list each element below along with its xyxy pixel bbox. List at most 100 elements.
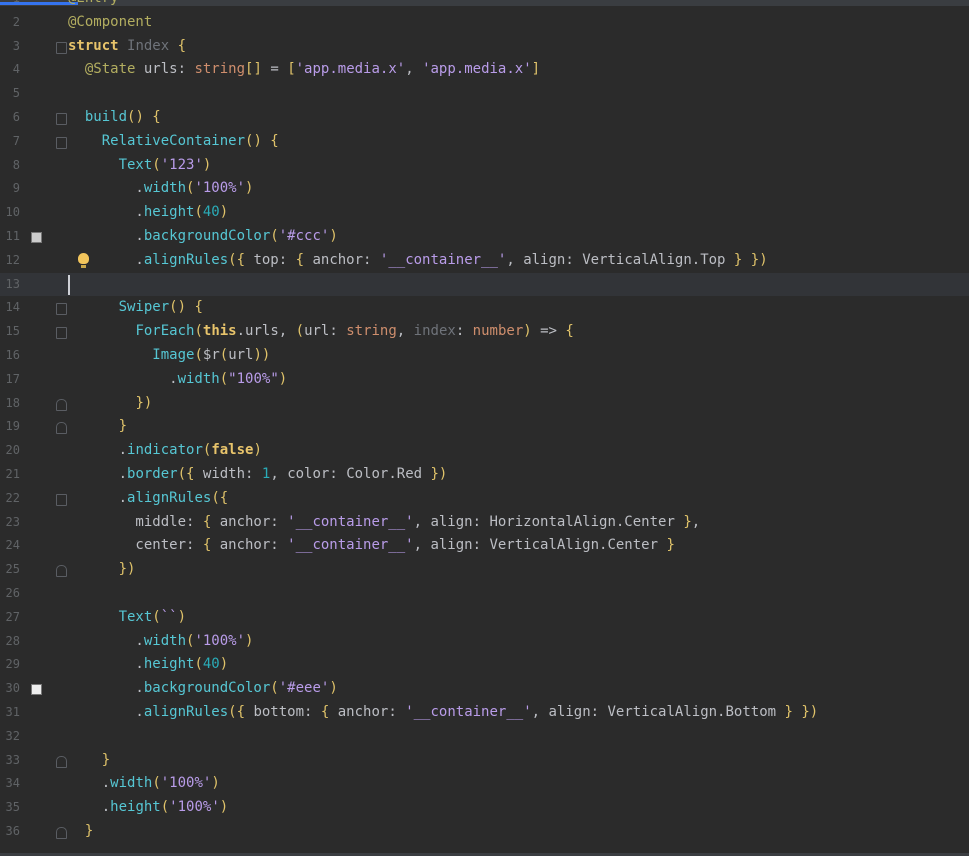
code-token: ) — [329, 680, 338, 697]
code-token: index — [413, 323, 456, 340]
code-editor[interactable]: 1@Entry2@Component3struct Index {4 @Stat… — [0, 0, 969, 844]
code-token: Image — [152, 346, 195, 363]
code-line-13[interactable]: 13 — [0, 272, 969, 297]
line-number: 36 — [5, 823, 20, 838]
fold-marker-icon[interactable] — [56, 422, 67, 435]
code-line-15[interactable]: 15 ForEach(this.urls, (url: string, inde… — [0, 320, 969, 344]
code-token: { — [202, 513, 220, 530]
code-text: }) — [68, 392, 152, 416]
code-line-24[interactable]: 24 center: { anchor: '__container__', al… — [0, 534, 969, 558]
code-token: .urls, — [236, 323, 296, 340]
fold-marker-icon[interactable] — [56, 303, 67, 316]
fold-marker-icon[interactable] — [56, 493, 67, 506]
color-swatch-icon[interactable] — [31, 684, 42, 696]
code-token: . — [68, 204, 144, 221]
fold-marker-icon[interactable] — [56, 826, 67, 839]
code-line-12[interactable]: 12 .alignRules({ top: { anchor: '__conta… — [0, 249, 969, 273]
code-line-3[interactable]: 3 struct Index { — [0, 35, 969, 59]
code-line-34[interactable]: 34 .width('100%') — [0, 772, 969, 796]
code-token: ) — [219, 656, 229, 673]
line-number: 1 — [0, 0, 20, 11]
code-token: ) — [211, 775, 220, 792]
code-line-11[interactable]: 11 .backgroundColor('#ccc') — [0, 225, 969, 249]
code-token: 40 — [202, 204, 220, 221]
code-token: ( — [219, 346, 229, 363]
fold-marker-icon[interactable] — [56, 398, 67, 411]
code-line-14[interactable]: 14 Swiper() { — [0, 296, 969, 320]
fold-marker-icon[interactable] — [56, 565, 67, 578]
line-number: 5 — [12, 86, 20, 101]
code-token: [ — [287, 61, 296, 78]
code-token: Index — [127, 37, 178, 54]
code-token: { — [295, 251, 313, 268]
code-token: backgroundColor — [143, 680, 271, 697]
code-text: struct Index { — [68, 35, 186, 59]
code-line-19[interactable]: 19 } — [0, 415, 969, 439]
code-line-36[interactable]: 36 } — [0, 820, 969, 844]
code-line-2[interactable]: 2 @Component — [0, 11, 969, 35]
code-token: width — [177, 370, 220, 387]
line-number: 21 — [5, 466, 20, 481]
code-text: center: { anchor: '__container__', align… — [68, 534, 674, 558]
code-line-20[interactable]: 20 .indicator(false) — [0, 439, 969, 463]
code-line-7[interactable]: 7 RelativeContainer() { — [0, 130, 969, 154]
code-token: ( — [152, 775, 161, 792]
fold-marker-icon[interactable] — [56, 755, 67, 768]
code-line-21[interactable]: 21 .border({ width: 1, color: Color.Red … — [0, 463, 969, 487]
code-line-22[interactable]: 22 .alignRules({ — [0, 487, 969, 511]
code-text: .width('100%') — [68, 630, 253, 654]
code-line-30[interactable]: 30 .backgroundColor('#eee') — [0, 677, 969, 701]
code-token: ( — [194, 204, 203, 221]
code-line-31[interactable]: 31 .alignRules({ bottom: { anchor: '__co… — [0, 701, 969, 725]
code-line-27[interactable]: 27 Text(``) — [0, 606, 969, 630]
code-line-32[interactable]: 32 — [0, 725, 969, 749]
code-line-23[interactable]: 23 middle: { anchor: '__container__', al… — [0, 511, 969, 535]
code-line-4[interactable]: 4 @State urls: string[] = ['app.media.x'… — [0, 58, 969, 82]
code-line-29[interactable]: 29 .height(40) — [0, 653, 969, 677]
code-token: () { — [169, 299, 203, 316]
code-token: ForEach — [135, 323, 195, 340]
code-line-10[interactable]: 10 .height(40) — [0, 201, 969, 225]
code-line-1[interactable]: 1 @Entry — [0, 0, 969, 11]
fold-marker-icon[interactable] — [56, 327, 67, 340]
code-token: . — [68, 680, 144, 697]
code-text: RelativeContainer() { — [68, 130, 279, 154]
code-text: build() { — [68, 106, 161, 130]
fold-marker-icon[interactable] — [56, 41, 67, 54]
line-number: 18 — [5, 395, 20, 410]
code-token: 'app.media.x' — [295, 61, 406, 78]
fold-marker-icon[interactable] — [56, 112, 67, 125]
code-token: bottom: — [253, 703, 321, 720]
code-text: .height(40) — [68, 201, 228, 225]
code-token: $r — [202, 346, 220, 363]
code-text: .width('100%') — [68, 177, 253, 201]
code-line-8[interactable]: 8 Text('123') — [0, 154, 969, 178]
code-line-28[interactable]: 28 .width('100%') — [0, 630, 969, 654]
code-token: ) — [177, 608, 187, 625]
code-token: 'app.media.x' — [422, 61, 532, 78]
code-line-17[interactable]: 17 .width("100%") — [0, 368, 969, 392]
code-token: center: — [68, 537, 203, 554]
code-token: string — [194, 61, 246, 78]
fold-marker-icon[interactable] — [56, 136, 67, 149]
code-text: .width('100%') — [68, 772, 220, 796]
code-line-6[interactable]: 6 build() { — [0, 106, 969, 130]
code-line-18[interactable]: 18 }) — [0, 392, 969, 416]
code-text: Image($r(url)) — [68, 344, 270, 368]
code-token: width — [143, 632, 187, 649]
code-line-25[interactable]: 25 }) — [0, 558, 969, 582]
code-line-16[interactable]: 16 Image($r(url)) — [0, 344, 969, 368]
code-text: .height('100%') — [68, 796, 228, 820]
code-line-26[interactable]: 26 — [0, 582, 969, 606]
code-line-35[interactable]: 35 .height('100%') — [0, 796, 969, 820]
code-line-9[interactable]: 9 .width('100%') — [0, 177, 969, 201]
code-token: '__container__' — [287, 537, 414, 554]
code-line-5[interactable]: 5 — [0, 82, 969, 106]
code-token: , — [691, 513, 701, 530]
color-swatch-icon[interactable] — [31, 231, 42, 243]
code-line-33[interactable]: 33 } — [0, 749, 969, 773]
code-token: ) — [245, 632, 254, 649]
